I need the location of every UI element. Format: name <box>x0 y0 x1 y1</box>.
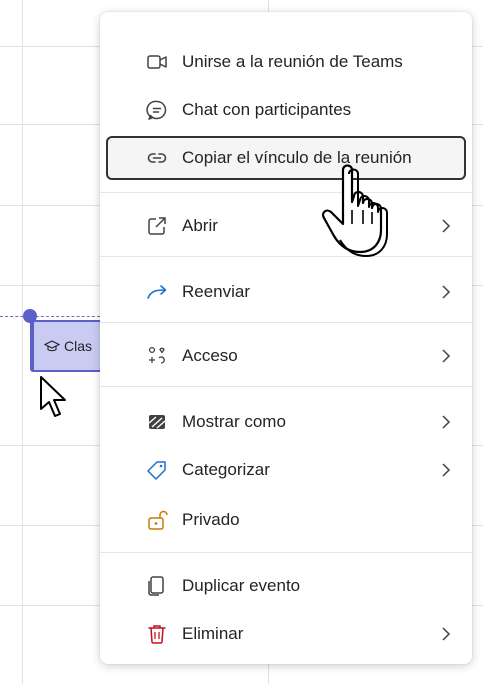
grid-line <box>22 0 23 684</box>
calendar-event[interactable]: Clas <box>30 320 110 372</box>
menu-item-label: Privado <box>182 510 240 529</box>
lock-icon <box>148 510 168 530</box>
video-icon <box>147 55 167 69</box>
mouse-pointer-icon <box>40 376 66 417</box>
menu-item-chat[interactable]: Chat con participantes <box>106 88 466 132</box>
menu-divider <box>100 386 472 387</box>
trash-icon <box>148 625 166 644</box>
chevron-right-icon <box>442 285 451 299</box>
menu-divider <box>100 552 472 553</box>
chat-icon <box>146 100 167 120</box>
menu-item-show-as[interactable]: Mostrar como <box>106 400 466 444</box>
menu-item-label: Chat con participantes <box>182 100 352 119</box>
show-as-icon <box>148 415 166 429</box>
chevron-right-icon <box>442 349 451 363</box>
menu-item-private[interactable]: Privado <box>106 498 466 542</box>
menu-item-label: Unirse a la reunión de Teams <box>182 52 403 71</box>
menu-item-duplicate[interactable]: Duplicar evento <box>106 564 466 608</box>
duplicate-icon <box>148 576 164 596</box>
chevron-right-icon <box>442 415 451 429</box>
menu-item-forward[interactable]: Reenviar <box>106 270 466 314</box>
menu-item-label: Abrir <box>182 216 218 235</box>
menu-divider <box>100 192 472 193</box>
menu-item-label: Duplicar evento <box>182 576 301 595</box>
menu-divider <box>100 322 472 323</box>
menu-item-join-teams[interactable]: Unirse a la reunión de Teams <box>106 40 466 84</box>
menu-item-copy-link[interactable]: Copiar el vínculo de la reunión <box>106 136 466 180</box>
link-icon <box>147 153 167 163</box>
current-time-line <box>0 316 100 317</box>
menu-item-label: Acceso <box>182 346 238 365</box>
hand-pointer-icon <box>322 164 388 257</box>
menu-item-open[interactable]: Abrir <box>106 204 466 248</box>
event-title: Clas <box>64 338 93 354</box>
chevron-right-icon <box>442 627 451 641</box>
menu-item-access[interactable]: Acceso <box>106 334 466 378</box>
graduation-cap-icon <box>44 340 60 352</box>
menu-item-label: Categorizar <box>182 460 270 479</box>
chevron-right-icon <box>442 219 451 233</box>
chevron-right-icon <box>442 463 451 477</box>
menu-item-label: Mostrar como <box>182 412 286 431</box>
menu-divider <box>100 256 472 257</box>
menu-item-label: Reenviar <box>182 282 251 301</box>
tag-icon <box>147 461 166 480</box>
menu-item-delete[interactable]: Eliminar <box>106 612 466 656</box>
forward-arrow-icon <box>147 285 167 299</box>
menu-item-label: Eliminar <box>182 624 244 643</box>
people-access-icon <box>148 346 165 364</box>
open-external-icon <box>148 217 166 235</box>
menu-item-categorize[interactable]: Categorizar <box>106 448 466 492</box>
context-menu: Unirse a la reunión de Teams Chat con pa… <box>100 12 472 664</box>
